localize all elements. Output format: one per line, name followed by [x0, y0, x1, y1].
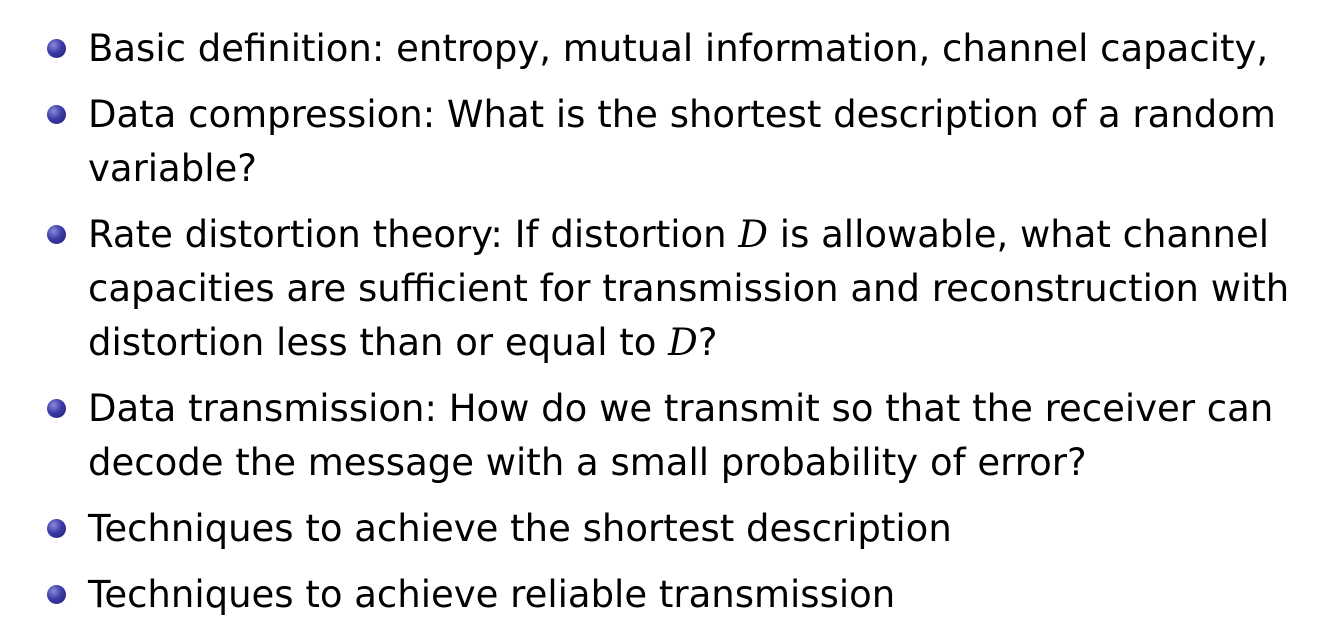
bullet-text: Basic definition: entropy, mutual inform…: [88, 27, 1269, 70]
bullet-list: Basic definition: entropy, mutual inform…: [44, 22, 1294, 622]
bullet-item-data-transmission: Data transmission: How do we transmit so…: [44, 382, 1294, 490]
math-variable-d: D: [668, 321, 698, 364]
bullet-point-icon: [47, 585, 66, 604]
bullet-item-rate-distortion: Rate distortion theory: If distortion D …: [44, 208, 1294, 370]
bullet-text: Data transmission: How do we transmit so…: [88, 387, 1274, 484]
bullet-item-reliable-transmission: Techniques to achieve reliable transmiss…: [44, 568, 1294, 622]
bullet-text: ?: [697, 321, 718, 364]
bullet-point-icon: [47, 105, 66, 124]
slide-content: Basic definition: entropy, mutual inform…: [0, 0, 1343, 641]
bullet-item-shortest-description: Techniques to achieve the shortest descr…: [44, 502, 1294, 556]
bullet-point-icon: [47, 399, 66, 418]
bullet-text: Data compression: What is the shortest d…: [88, 93, 1276, 190]
bullet-point-icon: [47, 225, 66, 244]
bullet-point-icon: [47, 39, 66, 58]
bullet-point-icon: [47, 519, 66, 538]
bullet-item-basic-definition: Basic definition: entropy, mutual inform…: [44, 22, 1294, 76]
bullet-item-data-compression: Data compression: What is the shortest d…: [44, 88, 1294, 196]
bullet-text: Techniques to achieve the shortest descr…: [88, 507, 952, 550]
bullet-text: Rate distortion theory: If distortion: [88, 213, 739, 256]
bullet-text: Techniques to achieve reliable transmiss…: [88, 573, 896, 616]
math-variable-d: D: [738, 213, 769, 256]
